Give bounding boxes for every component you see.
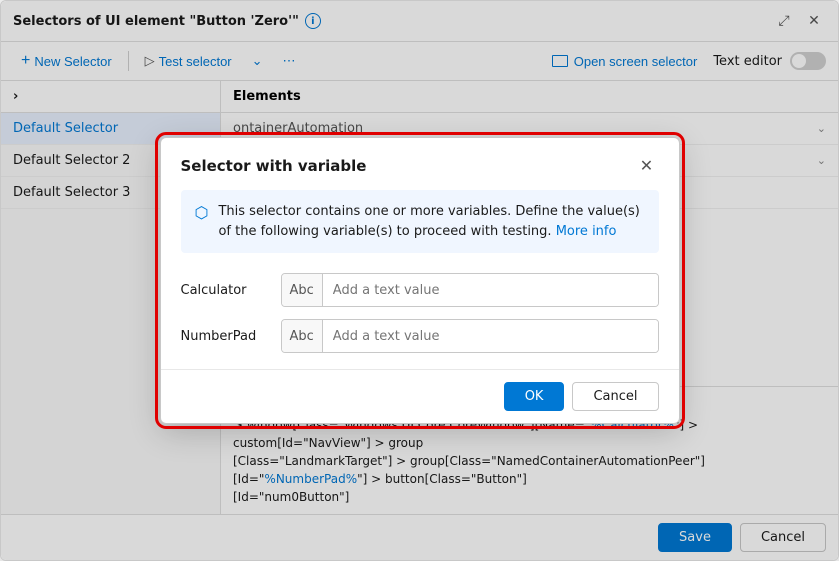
- calculator-input-wrapper: Abc: [281, 273, 659, 307]
- dialog-footer: OK Cancel: [161, 369, 679, 423]
- text-icon-numberpad: Abc: [282, 320, 323, 352]
- dialog-ok-button[interactable]: OK: [504, 382, 565, 411]
- dialog-info-box: ⬡ This selector contains one or more var…: [181, 190, 659, 253]
- dialog-overlay: Selector with variable ✕ ⬡ This selector…: [1, 1, 838, 560]
- numberpad-label: NumberPad: [181, 329, 271, 344]
- calculator-label: Calculator: [181, 283, 271, 298]
- info-box-text: This selector contains one or more varia…: [218, 202, 644, 241]
- field-row-numberpad: NumberPad Abc: [181, 319, 659, 353]
- numberpad-input[interactable]: [323, 320, 658, 352]
- field-row-calculator: Calculator Abc: [181, 273, 659, 307]
- numberpad-input-wrapper: Abc: [281, 319, 659, 353]
- more-info-link[interactable]: More info: [556, 224, 617, 239]
- calculator-input[interactable]: [323, 274, 658, 306]
- selector-variable-dialog: Selector with variable ✕ ⬡ This selector…: [160, 137, 680, 424]
- dialog-close-button[interactable]: ✕: [635, 154, 659, 178]
- text-icon-calculator: Abc: [282, 274, 323, 306]
- dialog-fields: Calculator Abc NumberPad Abc: [161, 269, 679, 369]
- main-window: Selectors of UI element "Button 'Zero'" …: [0, 0, 839, 561]
- dialog-cancel-button[interactable]: Cancel: [572, 382, 658, 411]
- info-box-icon: ⬡: [195, 203, 209, 222]
- dialog-title: Selector with variable: [181, 157, 367, 175]
- dialog-header: Selector with variable ✕: [161, 138, 679, 190]
